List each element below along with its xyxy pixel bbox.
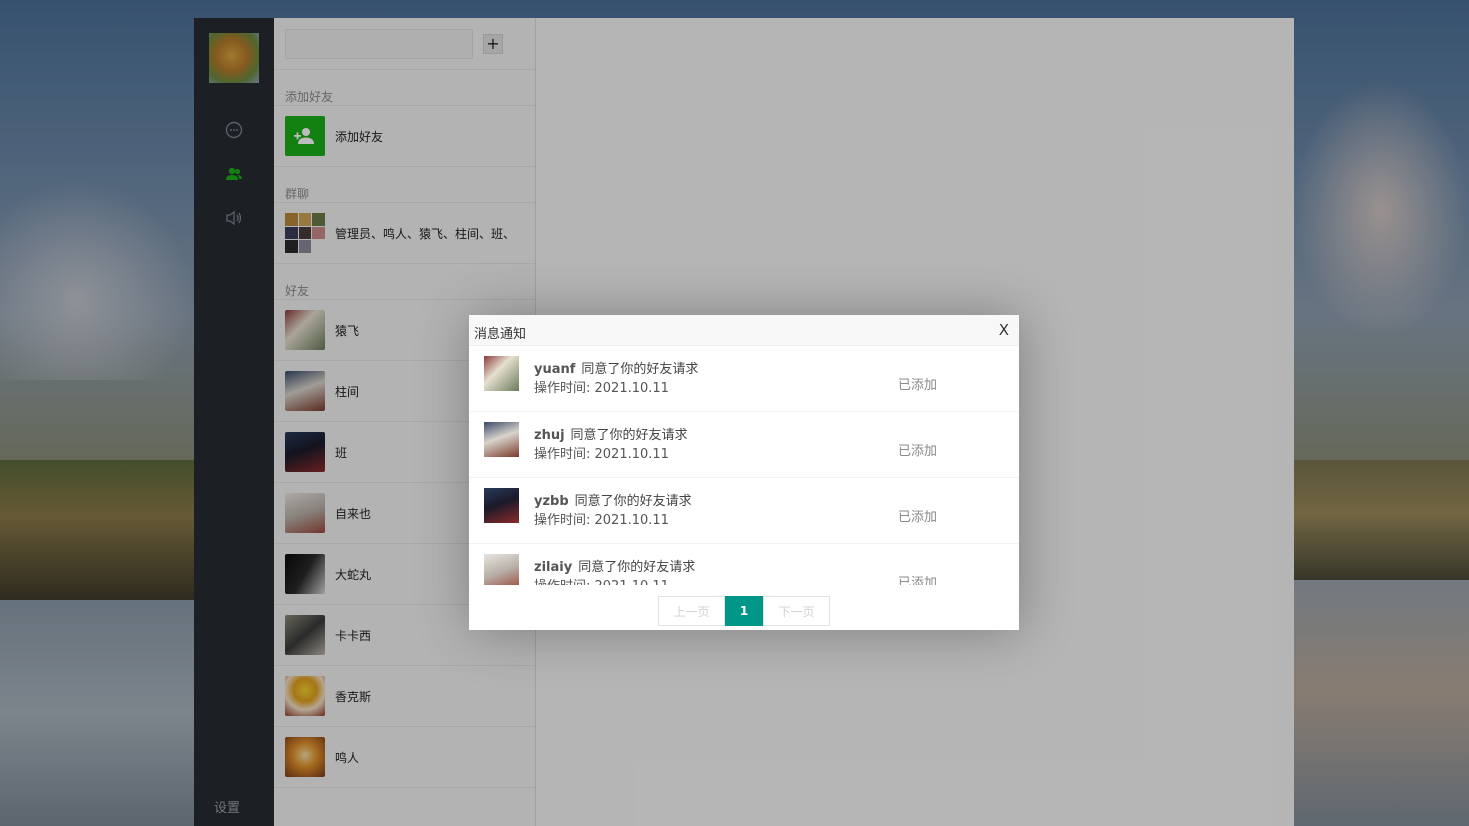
- page-1-button[interactable]: 1: [725, 596, 763, 626]
- notification-user: yzbb 同意了你的好友请求: [534, 490, 692, 509]
- notification-time: 操作时间: 2021.10.11: [534, 575, 669, 585]
- notification-item: yzbb 同意了你的好友请求 操作时间: 2021.10.11 已添加: [469, 478, 1019, 544]
- notification-message: 同意了你的好友请求: [578, 560, 696, 575]
- prev-page-button[interactable]: 上一页: [658, 596, 725, 626]
- notification-user: zhuj 同意了你的好友请求: [534, 424, 688, 443]
- notification-username: zilaiy: [534, 560, 573, 575]
- notification-username: yuanf: [534, 362, 576, 377]
- notification-username: yzbb: [534, 494, 569, 509]
- notification-item: zilaiy 同意了你的好友请求 操作时间: 2021.10.11 已添加: [469, 544, 1019, 585]
- next-page-button[interactable]: 下一页: [763, 596, 830, 626]
- notification-time: 操作时间: 2021.10.11: [534, 381, 669, 396]
- dialog-title: 消息通知: [474, 327, 527, 342]
- notification-item: yuanf 同意了你的好友请求 操作时间: 2021.10.11 已添加: [469, 346, 1019, 412]
- close-button[interactable]: X: [999, 321, 1009, 339]
- notification-avatar: [484, 554, 519, 585]
- notification-status: 已添加: [898, 378, 938, 393]
- notification-item: zhuj 同意了你的好友请求 操作时间: 2021.10.11 已添加: [469, 412, 1019, 478]
- notification-message: 同意了你的好友请求: [570, 428, 688, 443]
- dialog-header: 消息通知 X: [469, 315, 1019, 346]
- notification-status: 已添加: [898, 444, 938, 459]
- notification-message: 同意了你的好友请求: [574, 494, 692, 509]
- notification-username: zhuj: [534, 428, 565, 443]
- notification-avatar: [484, 422, 519, 457]
- notification-message: 同意了你的好友请求: [581, 362, 699, 377]
- notification-status: 已添加: [898, 510, 938, 525]
- notification-list[interactable]: yuanf 同意了你的好友请求 操作时间: 2021.10.11 已添加 zhuj…: [469, 346, 1019, 585]
- notification-time: 操作时间: 2021.10.11: [534, 513, 669, 528]
- notification-user: zilaiy 同意了你的好友请求: [534, 556, 695, 575]
- notification-avatar: [484, 356, 519, 391]
- pagination: 上一页 1 下一页: [658, 596, 830, 626]
- notification-dialog: 消息通知 X yuanf 同意了你的好友请求 操作时间: 2021.10.11 已…: [469, 315, 1019, 630]
- notification-avatar: [484, 488, 519, 523]
- notification-time: 操作时间: 2021.10.11: [534, 447, 669, 462]
- notification-status: 已添加: [898, 576, 938, 585]
- notification-user: yuanf 同意了你的好友请求: [534, 358, 698, 377]
